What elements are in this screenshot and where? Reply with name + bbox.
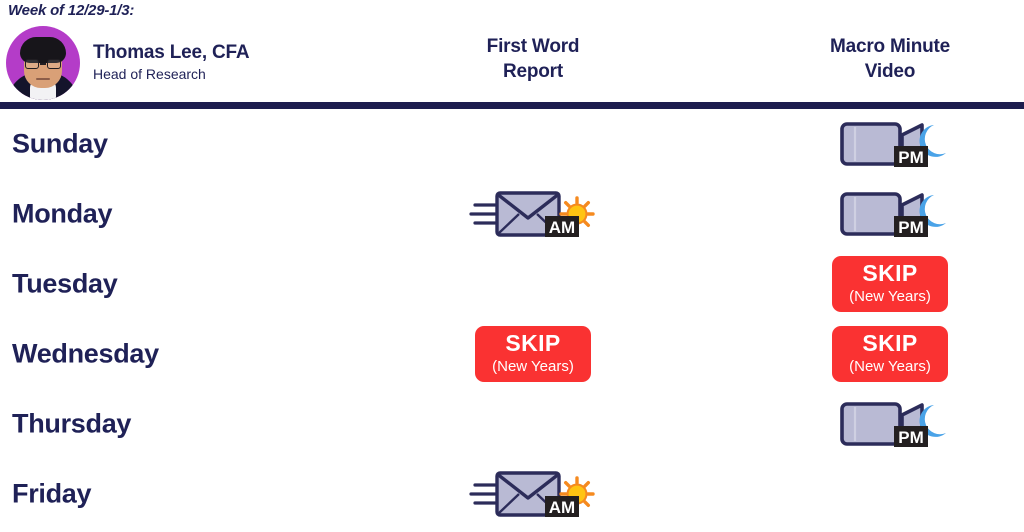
- schedule-row: Wednesday SKIP (New Years) SKIP (New Yea…: [0, 319, 1024, 389]
- column-header-first-word-line2: Report: [502, 61, 564, 83]
- cell-macro-minute-monday: PM: [757, 179, 1023, 249]
- day-label-wednesday: Wednesday: [12, 338, 159, 369]
- skip-badge-label: SKIP: [862, 260, 918, 286]
- cell-first-word-thursday: [400, 389, 666, 459]
- cell-macro-minute-sunday: PM: [757, 109, 1023, 179]
- schedule-rows: Sunday PM Monday AM PM Tuesday SKIP (New…: [0, 109, 1024, 529]
- skip-badge-reason: (New Years): [849, 288, 931, 305]
- schedule-row: Sunday PM: [0, 109, 1024, 179]
- svg-text:PM: PM: [898, 428, 924, 447]
- avatar: [6, 26, 80, 100]
- skip-badge-macro-minute[interactable]: SKIP (New Years): [832, 326, 948, 382]
- cell-first-word-tuesday: [400, 249, 666, 319]
- day-label-monday: Monday: [12, 198, 113, 229]
- day-label-tuesday: Tuesday: [12, 268, 118, 299]
- column-header-macro-minute-line2: Video: [864, 61, 916, 83]
- macro-minute-pm-icon[interactable]: PM: [826, 115, 954, 173]
- column-header-first-word-line1: First Word: [486, 36, 580, 57]
- skip-badge-reason: (New Years): [849, 358, 931, 375]
- schedule-row: Thursday PM: [0, 389, 1024, 459]
- column-header-first-word: First Word Report: [400, 34, 666, 84]
- cell-first-word-monday: AM: [400, 179, 666, 249]
- svg-text:AM: AM: [549, 498, 575, 517]
- header-divider: [0, 102, 1024, 109]
- schedule-row: Friday AM: [0, 459, 1024, 529]
- svg-text:AM: AM: [549, 218, 575, 237]
- schedule-row: Tuesday SKIP (New Years): [0, 249, 1024, 319]
- column-header-macro-minute: Macro Minute Video: [757, 34, 1023, 84]
- week-label: Week of 12/29-1/3:: [8, 2, 135, 19]
- header-row: Thomas Lee, CFA Head of Research First W…: [0, 24, 1024, 102]
- macro-minute-pm-icon[interactable]: PM: [826, 185, 954, 243]
- person-name: Thomas Lee, CFA: [93, 42, 250, 64]
- skip-badge-label: SKIP: [862, 330, 918, 356]
- skip-badge-label: SKIP: [505, 330, 561, 356]
- skip-badge-first-word[interactable]: SKIP (New Years): [475, 326, 591, 382]
- cell-first-word-wednesday: SKIP (New Years): [400, 319, 666, 389]
- skip-badge-reason: (New Years): [492, 358, 574, 375]
- column-header-macro-minute-line1: Macro Minute: [829, 36, 951, 57]
- day-label-sunday: Sunday: [12, 128, 108, 159]
- svg-text:PM: PM: [898, 148, 924, 167]
- day-label-friday: Friday: [12, 478, 92, 509]
- cell-first-word-friday: AM: [400, 459, 666, 529]
- cell-macro-minute-thursday: PM: [757, 389, 1023, 459]
- schedule-row: Monday AM PM: [0, 179, 1024, 249]
- cell-macro-minute-wednesday: SKIP (New Years): [757, 319, 1023, 389]
- svg-text:PM: PM: [898, 218, 924, 237]
- skip-badge-macro-minute[interactable]: SKIP (New Years): [832, 256, 948, 312]
- cell-macro-minute-friday: [757, 459, 1023, 529]
- cell-first-word-sunday: [400, 109, 666, 179]
- first-word-am-icon[interactable]: AM: [469, 465, 597, 523]
- macro-minute-pm-icon[interactable]: PM: [826, 395, 954, 453]
- first-word-am-icon[interactable]: AM: [469, 185, 597, 243]
- person-title: Head of Research: [93, 66, 206, 83]
- day-label-thursday: Thursday: [12, 408, 132, 439]
- cell-macro-minute-tuesday: SKIP (New Years): [757, 249, 1023, 319]
- person-block: Thomas Lee, CFA Head of Research: [6, 26, 250, 100]
